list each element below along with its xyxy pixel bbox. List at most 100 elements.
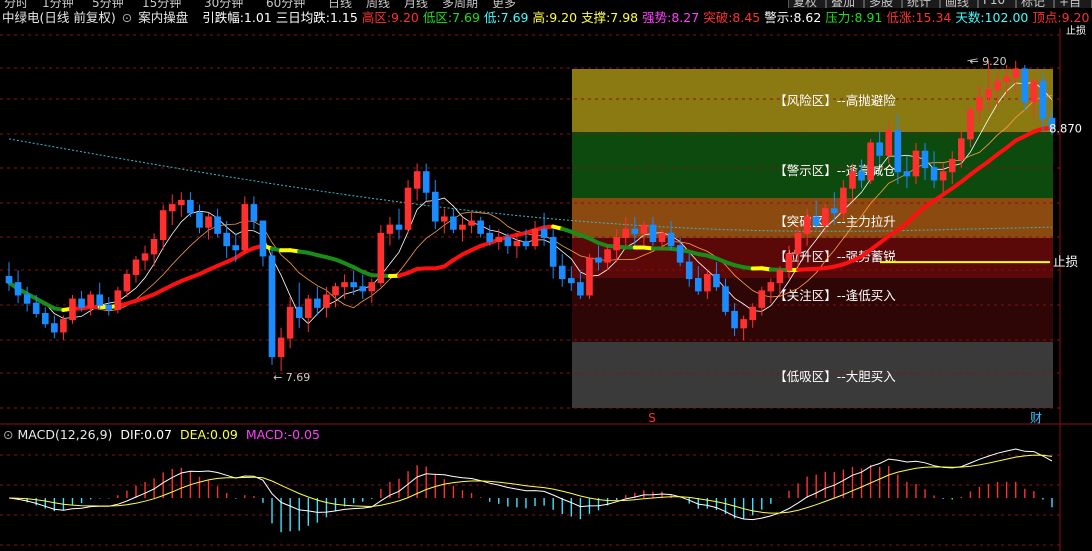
candle-body[interactable] <box>985 89 992 99</box>
candle-body[interactable] <box>504 236 512 247</box>
candle-body[interactable] <box>114 290 122 310</box>
candle-body[interactable] <box>168 204 176 212</box>
candle-body[interactable] <box>740 319 747 329</box>
candle-body[interactable] <box>477 220 484 234</box>
candle-body[interactable] <box>957 138 965 160</box>
candle-body[interactable] <box>930 167 938 181</box>
candle-body[interactable] <box>450 216 457 230</box>
candle-body[interactable] <box>631 228 639 234</box>
candle-body[interactable] <box>241 204 249 251</box>
candle-body[interactable] <box>150 239 158 255</box>
candle-body[interactable] <box>867 142 874 181</box>
candle-body[interactable] <box>767 282 775 292</box>
candle-body[interactable] <box>223 232 230 247</box>
candle-body[interactable] <box>69 298 76 321</box>
candle-body[interactable] <box>976 97 983 111</box>
candle-body[interactable] <box>386 224 394 234</box>
candle-body[interactable] <box>948 158 956 173</box>
candle-body[interactable] <box>849 171 856 189</box>
candle-body[interactable] <box>994 80 1001 91</box>
candle-body[interactable] <box>495 236 503 243</box>
candle-body[interactable] <box>885 130 893 156</box>
candle-body[interactable] <box>78 298 85 308</box>
candle-body[interactable] <box>350 282 357 288</box>
candle-body[interactable] <box>395 224 403 230</box>
candle-body[interactable] <box>232 245 240 251</box>
candle-body[interactable] <box>776 269 784 284</box>
candle-body[interactable] <box>468 220 475 226</box>
candle-body[interactable] <box>51 323 58 333</box>
candle-body[interactable] <box>132 259 140 275</box>
candle-body[interactable] <box>694 278 702 292</box>
candle-body[interactable] <box>577 282 584 296</box>
candle-body[interactable] <box>604 249 611 263</box>
candle-body[interactable] <box>1021 68 1029 103</box>
candle-body[interactable] <box>549 236 557 267</box>
candle-body[interactable] <box>41 312 49 325</box>
candle-body[interactable] <box>250 204 258 222</box>
candle-body[interactable] <box>304 298 312 319</box>
candle-body[interactable] <box>431 191 439 222</box>
candle-body[interactable] <box>812 216 820 226</box>
candle-body[interactable] <box>368 282 376 292</box>
candle-body[interactable] <box>32 302 40 314</box>
candle-body[interactable] <box>1039 80 1047 119</box>
candle-body[interactable] <box>268 255 276 358</box>
candle-body[interactable] <box>259 220 267 257</box>
candle-body[interactable] <box>214 216 221 234</box>
candle-body[interactable] <box>876 142 883 156</box>
candle-body[interactable] <box>295 306 303 319</box>
candle-body[interactable] <box>967 109 974 140</box>
candle-body[interactable] <box>187 199 194 214</box>
candle-body[interactable] <box>141 253 149 261</box>
candle-body[interactable] <box>513 241 521 247</box>
candle-body[interactable] <box>540 228 548 238</box>
candle-body[interactable] <box>613 236 620 251</box>
candle-body[interactable] <box>5 275 13 284</box>
candle-body[interactable] <box>731 310 738 329</box>
candle-body[interactable] <box>758 290 766 308</box>
candle-body[interactable] <box>894 130 902 173</box>
candle-body[interactable] <box>277 337 285 358</box>
candle-body[interactable] <box>87 294 94 308</box>
candle-body[interactable] <box>1003 76 1010 82</box>
candle-body[interactable] <box>586 257 593 296</box>
candle-body[interactable] <box>831 208 838 214</box>
candle-body[interactable] <box>23 294 31 304</box>
candle-body[interactable] <box>595 257 602 263</box>
candle-body[interactable] <box>286 306 294 339</box>
candle-body[interactable] <box>622 228 630 238</box>
candle-body[interactable] <box>323 294 330 308</box>
candle-body[interactable] <box>921 150 929 169</box>
candle-body[interactable] <box>685 261 693 280</box>
candle-body[interactable] <box>568 278 575 284</box>
candle-body[interactable] <box>159 210 167 241</box>
candle-body[interactable] <box>676 245 684 263</box>
candle-body[interactable] <box>722 286 729 312</box>
candle-body[interactable] <box>912 150 920 177</box>
candle-body[interactable] <box>377 232 385 284</box>
candle-body[interactable] <box>96 294 104 306</box>
candle-body[interactable] <box>803 216 811 234</box>
candle-body[interactable] <box>713 273 720 288</box>
candle-body[interactable] <box>341 282 348 288</box>
candle-body[interactable] <box>903 171 911 177</box>
candle-body[interactable] <box>196 212 203 228</box>
candle-body[interactable] <box>667 232 675 247</box>
candle-body[interactable] <box>939 171 947 181</box>
candle-body[interactable] <box>794 232 802 255</box>
candle-body[interactable] <box>858 171 865 181</box>
macd-title[interactable]: MACD(12,26,9) <box>17 427 112 442</box>
kline-chart[interactable]: 【风险区】--高抛避险【警示区】--逢高减仓【突破区】--主力拉升【拉升区】--… <box>0 0 1092 551</box>
candle-body[interactable] <box>123 273 131 292</box>
candle-body[interactable] <box>404 187 412 230</box>
candle-body[interactable] <box>749 306 757 321</box>
candle-body[interactable] <box>459 224 466 230</box>
candle-body[interactable] <box>359 286 367 292</box>
candle-body[interactable] <box>105 304 113 310</box>
candle-body[interactable] <box>60 319 67 333</box>
candle-body[interactable] <box>413 171 421 189</box>
candle-body[interactable] <box>640 224 648 234</box>
candle-body[interactable] <box>14 282 22 296</box>
candle-body[interactable] <box>205 216 212 228</box>
